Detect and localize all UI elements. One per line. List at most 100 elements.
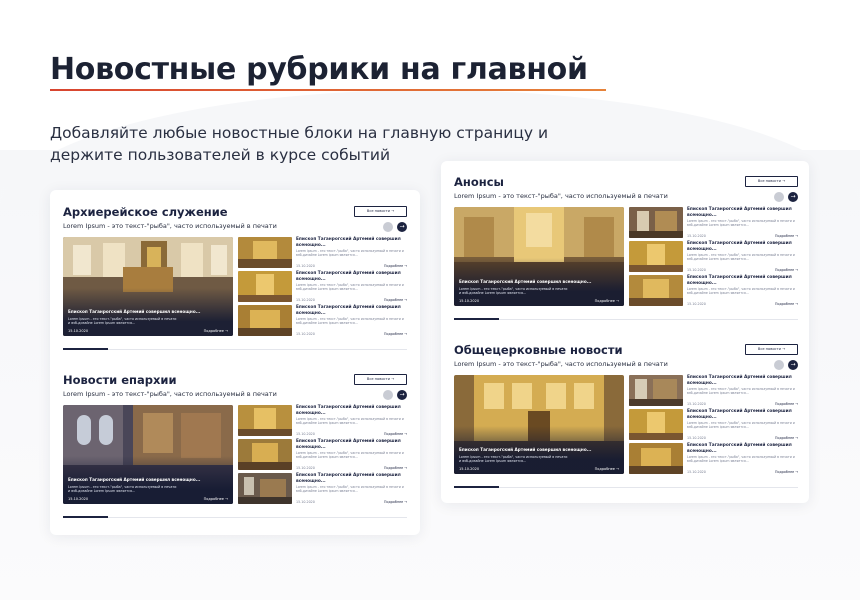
list-item[interactable]: Епископ Таганрогский Артемий совершил вс… <box>238 439 407 470</box>
all-news-button[interactable]: Все новости → <box>354 374 407 385</box>
page-subtitle: Добавляйте любые новостные блоки на глав… <box>50 124 549 164</box>
section-divider <box>63 349 407 350</box>
news-thumbnail <box>629 207 683 238</box>
news-text: Lorem ipsum - это текст-"рыба", часто ис… <box>296 249 404 257</box>
featured-read-more-link[interactable]: Подробнее → <box>595 467 619 471</box>
list-item[interactable]: Епископ Таганрогский Артемий совершил вс… <box>238 305 407 336</box>
featured-read-more-link[interactable]: Подробнее → <box>595 299 619 303</box>
list-item[interactable]: Епископ Таганрогский Артемий совершил вс… <box>629 375 798 406</box>
list-item[interactable]: Епископ Таганрогский Артемий совершил вс… <box>629 241 798 272</box>
section-archpastoral: Архиерейское служение Lorem Ipsum - это … <box>63 205 407 355</box>
news-thumbnail <box>238 271 292 302</box>
news-title: Епископ Таганрогский Артемий совершил вс… <box>296 473 401 484</box>
featured-news-date: 15.10.2020 <box>459 467 480 471</box>
carousel-next-button[interactable]: → <box>397 390 407 400</box>
section-subtitle: Lorem Ipsum - это текст-"рыба", часто ис… <box>63 222 277 230</box>
all-news-button[interactable]: Все новости → <box>354 206 407 217</box>
news-title: Епископ Таганрогский Артемий совершил вс… <box>296 305 401 316</box>
featured-news-date: 15.10.2020 <box>459 299 480 303</box>
list-item[interactable]: Епископ Таганрогский Артемий совершил вс… <box>629 409 798 440</box>
read-more-link[interactable]: Подробнее → <box>775 302 798 306</box>
news-text: Lorem ipsum - это текст-"рыба", часто ис… <box>687 287 795 295</box>
carousel-prev-button[interactable] <box>383 222 393 232</box>
card-left: Архиерейское служение Lorem Ipsum - это … <box>50 190 420 535</box>
read-more-link[interactable]: Подробнее → <box>775 268 798 272</box>
news-title: Епископ Таганрогский Артемий совершил вс… <box>687 241 792 252</box>
featured-news-title: Епископ Таганрогский Артемий совершил вс… <box>68 477 201 482</box>
list-item[interactable]: Епископ Таганрогский Артемий совершил вс… <box>238 405 407 436</box>
card-right: Анонсы Lorem Ipsum - это текст-"рыба", ч… <box>441 161 809 503</box>
list-item[interactable]: Епископ Таганрогский Артемий совершил вс… <box>629 275 798 306</box>
carousel-next-button[interactable]: → <box>788 360 798 370</box>
all-news-button[interactable]: Все новости → <box>745 176 798 187</box>
carousel-next-button[interactable]: → <box>397 222 407 232</box>
news-date: 15.10.2020 <box>687 436 706 440</box>
read-more-link[interactable]: Подробнее → <box>384 432 407 436</box>
list-item[interactable]: Епископ Таганрогский Артемий совершил вс… <box>238 271 407 302</box>
featured-news-text: Lorem Ipsum - это текст-"рыба", часто ис… <box>68 317 177 325</box>
read-more-link[interactable]: Подробнее → <box>384 466 407 470</box>
section-divider <box>63 517 407 518</box>
section-announcements: Анонсы Lorem Ipsum - это текст-"рыба", ч… <box>454 175 798 325</box>
title-underline <box>50 89 606 91</box>
carousel-progress <box>454 318 499 320</box>
featured-news-card[interactable]: Епископ Таганрогский Артемий совершил вс… <box>63 237 233 336</box>
news-date: 15.10.2020 <box>687 402 706 406</box>
news-list: Епископ Таганрогский Артемий совершил вс… <box>629 207 798 306</box>
list-item[interactable]: Епископ Таганрогский Артемий совершил вс… <box>629 443 798 474</box>
news-thumbnail <box>238 305 292 336</box>
carousel-prev-button[interactable] <box>774 360 784 370</box>
featured-news-card[interactable]: Епископ Таганрогский Артемий совершил вс… <box>63 405 233 504</box>
news-list: Епископ Таганрогский Артемий совершил вс… <box>238 405 407 504</box>
carousel-next-button[interactable]: → <box>788 192 798 202</box>
news-list: Епископ Таганрогский Артемий совершил вс… <box>238 237 407 336</box>
read-more-link[interactable]: Подробнее → <box>384 500 407 504</box>
news-thumbnail <box>238 473 292 504</box>
featured-read-more-link[interactable]: Подробнее → <box>204 329 228 333</box>
read-more-link[interactable]: Подробнее → <box>775 470 798 474</box>
all-news-button[interactable]: Все новости → <box>745 344 798 355</box>
carousel-prev-button[interactable] <box>774 192 784 202</box>
featured-news-date: 15.10.2020 <box>68 497 89 501</box>
featured-read-more-link[interactable]: Подробнее → <box>204 497 228 501</box>
news-thumbnail <box>238 405 292 436</box>
news-title: Епископ Таганрогский Артемий совершил вс… <box>687 409 792 420</box>
news-date: 15.10.2020 <box>687 302 706 306</box>
featured-news-card[interactable]: Епископ Таганрогский Артемий совершил вс… <box>454 207 624 306</box>
news-text: Lorem ipsum - это текст-"рыба", часто ис… <box>687 219 795 227</box>
read-more-link[interactable]: Подробнее → <box>775 402 798 406</box>
featured-news-title: Епископ Таганрогский Артемий совершил вс… <box>459 447 592 452</box>
section-subtitle: Lorem Ipsum - это текст-"рыба", часто ис… <box>454 360 668 368</box>
page-title: Новостные рубрики на главной <box>50 52 588 87</box>
section-divider <box>454 487 798 488</box>
list-item[interactable]: Епископ Таганрогский Артемий совершил вс… <box>238 237 407 268</box>
news-thumbnail <box>629 275 683 306</box>
featured-news-title: Епископ Таганрогский Артемий совершил вс… <box>459 279 592 284</box>
news-date: 15.10.2020 <box>296 298 315 302</box>
section-title: Общецерковные новости <box>454 343 623 357</box>
carousel-progress <box>63 516 108 518</box>
news-date: 15.10.2020 <box>296 264 315 268</box>
featured-news-text: Lorem Ipsum - это текст-"рыба", часто ис… <box>459 287 568 295</box>
news-title: Епископ Таганрогский Артемий совершил вс… <box>687 375 792 386</box>
news-text: Lorem ipsum - это текст-"рыба", часто ис… <box>687 455 795 463</box>
read-more-link[interactable]: Подробнее → <box>775 436 798 440</box>
list-item[interactable]: Епископ Таганрогский Артемий совершил вс… <box>629 207 798 238</box>
carousel-progress <box>63 348 108 350</box>
news-text: Lorem ipsum - это текст-"рыба", часто ис… <box>296 485 404 493</box>
news-date: 15.10.2020 <box>687 234 706 238</box>
read-more-link[interactable]: Подробнее → <box>384 264 407 268</box>
featured-news-title: Епископ Таганрогский Артемий совершил вс… <box>68 309 201 314</box>
section-subtitle: Lorem Ipsum - это текст-"рыба", часто ис… <box>63 390 277 398</box>
news-title: Епископ Таганрогский Артемий совершил вс… <box>296 237 401 248</box>
news-date: 15.10.2020 <box>296 466 315 470</box>
read-more-link[interactable]: Подробнее → <box>384 298 407 302</box>
carousel-prev-button[interactable] <box>383 390 393 400</box>
news-thumbnail <box>629 375 683 406</box>
read-more-link[interactable]: Подробнее → <box>775 234 798 238</box>
list-item[interactable]: Епископ Таганрогский Артемий совершил вс… <box>238 473 407 504</box>
news-date: 15.10.2020 <box>296 500 315 504</box>
read-more-link[interactable]: Подробнее → <box>384 332 407 336</box>
featured-news-card[interactable]: Епископ Таганрогский Артемий совершил вс… <box>454 375 624 474</box>
news-text: Lorem ipsum - это текст-"рыба", часто ис… <box>687 387 795 395</box>
